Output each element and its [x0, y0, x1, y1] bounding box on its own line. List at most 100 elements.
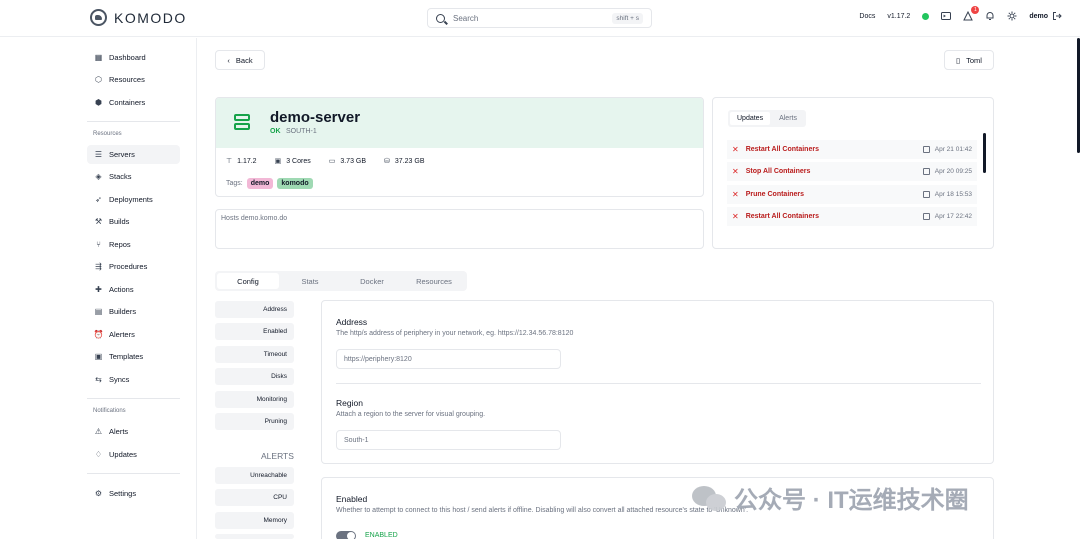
alerts-section-title: ALERTS — [261, 451, 294, 461]
sidebar-item-label: Dashboard — [109, 53, 146, 62]
update-row[interactable]: ✕ Restart All Containers Apr 17 22:42 — [727, 207, 977, 226]
config-nav-cpu[interactable]: CPU — [215, 489, 294, 506]
calendar-icon — [922, 168, 930, 175]
server-region: SOUTH-1 — [286, 128, 317, 135]
sidebar-item-servers[interactable]: ☰ Servers — [87, 145, 180, 164]
update-title: Restart All Containers — [745, 146, 819, 153]
memory-stat: ▭ 3.73 GB — [328, 158, 367, 165]
update-row[interactable]: ✕ Stop All Containers Apr 20 09:25 — [727, 162, 977, 181]
container-icon: ⬢ — [95, 98, 102, 107]
region-title: Region — [336, 398, 363, 408]
config-nav-address[interactable]: Address — [215, 301, 294, 318]
version-label[interactable]: v1.17.2 — [887, 13, 910, 20]
sync-icon: ⇆ — [95, 375, 102, 384]
update-row[interactable]: ✕ Prune Containers Apr 18 15:53 — [727, 185, 977, 204]
sidebar-item-label: Stacks — [109, 172, 132, 181]
sidebar-item-resources[interactable]: ⬡ Resources — [87, 70, 180, 89]
docs-link[interactable]: Docs — [859, 13, 875, 20]
sidebar-item-dashboard[interactable]: ▦ Dashboard — [87, 48, 180, 67]
tab-resources[interactable]: Resources — [403, 273, 465, 289]
brand-name: KOMODO — [114, 9, 187, 26]
memory-icon: ▭ — [328, 158, 336, 165]
address-input[interactable]: https://periphery:8120 — [336, 349, 561, 369]
config-nav-memory[interactable]: Memory — [215, 512, 294, 529]
back-button[interactable]: ‹ Back — [215, 50, 265, 70]
sidebar-item-actions[interactable]: ✚ Actions — [87, 280, 180, 299]
update-row[interactable]: ✕ Restart All Containers Apr 21 01:42 — [727, 140, 977, 159]
sidebar-section-notifications: Notifications — [93, 408, 126, 414]
header-actions: Docs v1.17.2 1 demo — [847, 6, 1062, 21]
updates-scrollbar[interactable] — [983, 133, 986, 173]
server-description[interactable]: Hosts demo.komo.do — [215, 209, 704, 249]
wechat-logo-icon — [692, 484, 728, 512]
tab-updates[interactable]: Updates — [730, 112, 771, 125]
server-name: demo-server — [270, 109, 361, 126]
update-date: Apr 18 15:53 — [934, 191, 972, 198]
tag-komodo[interactable]: komodo — [277, 178, 313, 189]
top-bar: KOMODO Search shift + s Docs v1.17.2 1 d… — [0, 0, 1080, 37]
enabled-toggle[interactable] — [336, 531, 356, 539]
sidebar-item-label: Deployments — [109, 195, 153, 204]
terminal-icon[interactable] — [941, 11, 952, 21]
sidebar-item-settings[interactable]: ⚙ Settings — [87, 484, 180, 503]
calendar-icon — [922, 191, 930, 198]
sidebar-item-label: Syncs — [109, 375, 130, 384]
config-nav-enabled[interactable]: Enabled — [215, 323, 294, 340]
tab-alerts[interactable]: Alerts — [772, 112, 804, 125]
update-date: Apr 17 22:42 — [934, 213, 972, 220]
config-nav-monitoring[interactable]: Monitoring — [215, 391, 294, 408]
tab-docker[interactable]: Docker — [341, 273, 403, 289]
sidebar-item-alerts[interactable]: ⚠ Alerts — [87, 422, 180, 441]
sidebar-item-procedures[interactable]: ⇶ Procedures — [87, 257, 180, 276]
factory-icon: ▤ — [94, 307, 103, 316]
notification-count-badge: 1 — [971, 6, 980, 14]
rocket-icon: ➶ — [95, 195, 102, 204]
user-menu[interactable]: demo — [1029, 11, 1062, 21]
toml-button[interactable]: ▯ Toml — [944, 50, 994, 70]
git-branch-icon: ⑂ — [96, 240, 101, 249]
bell-icon[interactable] — [985, 11, 995, 21]
server-header: demo-server OK SOUTH-1 — [216, 98, 703, 148]
alarm-icon: ⏰ — [93, 330, 104, 339]
sidebar-item-label: Settings — [109, 489, 137, 498]
config-nav-disks[interactable]: Disks — [215, 368, 294, 385]
config-nav-more[interactable] — [215, 534, 294, 539]
config-nav-unreachable[interactable]: Unreachable — [215, 467, 294, 484]
config-nav-pruning[interactable]: Pruning — [215, 413, 294, 430]
theme-toggle-icon[interactable] — [1007, 11, 1017, 21]
sidebar-item-label: Procedures — [109, 262, 148, 271]
sidebar-item-deployments[interactable]: ➶ Deployments — [87, 190, 180, 209]
region-input[interactable]: South-1 — [336, 430, 561, 450]
tab-stats[interactable]: Stats — [279, 273, 341, 289]
server-card: demo-server OK SOUTH-1 ⊤ 1.17.2 ▣ 3 Cores … — [215, 97, 704, 197]
toml-label: Toml — [966, 55, 982, 65]
region-description: Attach a region to the server for visual… — [336, 411, 486, 418]
search-input[interactable]: Search shift + s — [427, 8, 652, 28]
config-card-connection: Address The http/s address of periphery … — [321, 300, 994, 464]
enabled-title: Enabled — [336, 494, 368, 504]
update-title: Restart All Containers — [745, 213, 819, 220]
sidebar-item-label: Templates — [109, 352, 144, 361]
sidebar-item-updates[interactable]: ♢ Updates — [87, 445, 180, 464]
sidebar-item-syncs[interactable]: ⇆ Syncs — [87, 370, 180, 389]
tag-demo[interactable]: demo — [246, 178, 274, 189]
config-nav-timeout[interactable]: Timeout — [215, 346, 294, 363]
failed-icon: ✕ — [732, 212, 739, 221]
sidebar-item-stacks[interactable]: ◈ Stacks — [87, 167, 180, 186]
layers-icon: ◈ — [95, 172, 102, 181]
sidebar-item-alerters[interactable]: ⏰ Alerters — [87, 325, 180, 344]
version-stat: ⊤ 1.17.2 — [226, 158, 257, 165]
sidebar-item-templates[interactable]: ▣ Templates — [87, 347, 180, 366]
tab-config[interactable]: Config — [217, 273, 279, 289]
sidebar-item-label: Resources — [109, 75, 145, 84]
brand-logo[interactable]: KOMODO — [90, 9, 187, 26]
sidebar-item-containers[interactable]: ⬢ Containers — [87, 93, 180, 112]
sidebar-item-repos[interactable]: ⑂ Repos — [87, 235, 180, 254]
komodo-logo-icon — [90, 9, 107, 26]
alerts-icon[interactable]: 1 — [963, 6, 980, 21]
sidebar-item-builds[interactable]: ⚒ Builds — [87, 212, 180, 231]
file-icon: ▯ — [956, 55, 961, 65]
sidebar-item-builders[interactable]: ▤ Builders — [87, 302, 180, 321]
updates-tabs: Updates Alerts — [728, 110, 806, 127]
logout-icon[interactable] — [1052, 11, 1062, 21]
